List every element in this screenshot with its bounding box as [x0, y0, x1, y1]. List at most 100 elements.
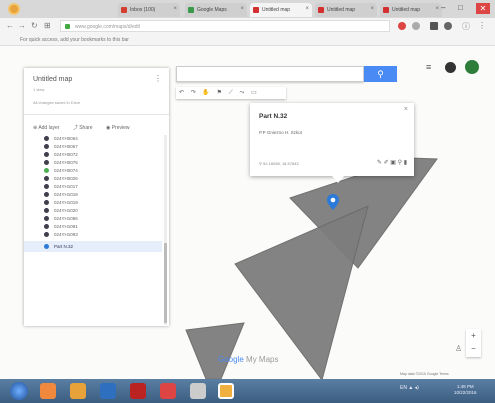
feature-info-popup: Part N.32 × P.P Gniezno H. Szkut ⚲ 52.16… [250, 103, 414, 183]
extension-icon[interactable] [398, 22, 406, 30]
browser-tab-strip: Inbox (100) × Google Maps × Untitled map × Unt… [0, 0, 495, 18]
back-icon[interactable]: ← [6, 21, 14, 30]
placemark-icon [44, 216, 49, 221]
save-status: All changes saved in Drive [33, 100, 81, 105]
ruler-icon[interactable]: ▭ [251, 90, 257, 96]
clock-date: 10/22/2016 [454, 390, 477, 395]
address-text: www.google.com/maps/d/edit [75, 24, 141, 30]
reload-icon[interactable]: ↻ [31, 21, 38, 30]
address-bar[interactable]: www.google.com/maps/d/edit [60, 20, 390, 32]
list-item-label: 024YH1091 [54, 224, 78, 229]
list-item-selected[interactable]: Part N.32 [24, 241, 162, 252]
search-input[interactable] [176, 66, 364, 82]
close-tab-icon[interactable]: × [370, 6, 374, 12]
undo-icon[interactable]: ↶ [179, 90, 184, 96]
search-button[interactable]: ⚲ [364, 66, 397, 82]
info-icon[interactable]: ⓘ [462, 21, 470, 32]
extension-icon[interactable] [412, 22, 420, 30]
google-my-maps-logo: Google My Maps [218, 355, 278, 364]
browser-tab[interactable]: Untitled map × [380, 3, 442, 17]
popup-pointer [332, 176, 344, 183]
list-item-label: 024YH0074 [54, 168, 78, 173]
maximize-button[interactable]: □ [458, 3, 463, 12]
apps-icon[interactable]: ⊞ [44, 21, 51, 30]
forward-icon[interactable]: → [18, 21, 26, 30]
style-icon[interactable]: ✎ [377, 160, 382, 166]
list-item[interactable]: 024YH1017 [24, 183, 162, 191]
list-item[interactable]: 024YH1091 [24, 223, 162, 231]
line-tool-icon[interactable]: ⟋ [229, 90, 233, 96]
my-maps-text: My Maps [246, 355, 279, 364]
compass-icon[interactable] [465, 60, 479, 74]
share-button[interactable]: ⤴ Share [73, 125, 99, 131]
scrollbar-thumb[interactable] [164, 243, 167, 323]
browser-tab[interactable]: Google Maps × [185, 3, 247, 17]
close-tab-icon[interactable]: × [240, 6, 244, 12]
zoom-out-button[interactable]: − [466, 342, 481, 355]
list-item-label: 024YH0075 [54, 160, 78, 165]
marker-tool-icon[interactable]: ⚑ [217, 90, 222, 96]
account-avatar[interactable] [445, 62, 456, 73]
media-icon[interactable] [70, 383, 86, 399]
browser-tab[interactable]: Inbox (100) × [118, 3, 180, 17]
search-icon: ⚲ [377, 69, 384, 79]
hand-icon[interactable]: ✋ [202, 90, 209, 96]
list-item[interactable]: 024YH1086 [24, 215, 162, 223]
redo-icon[interactable]: ↷ [191, 90, 196, 96]
apps-grid-icon[interactable]: ≡ [426, 62, 431, 72]
list-item[interactable]: 024YH0075 [24, 159, 162, 167]
app-icon[interactable] [190, 383, 206, 399]
close-icon[interactable]: × [404, 106, 408, 113]
close-tab-icon[interactable]: × [305, 6, 309, 12]
system-tray[interactable]: EN ▲ ◂) [400, 385, 419, 391]
close-tab-icon[interactable]: × [435, 6, 439, 12]
list-item[interactable]: 024YH0067 [24, 143, 162, 151]
close-tab-icon[interactable]: × [173, 6, 177, 12]
list-item[interactable]: 024YH0064 [24, 135, 162, 143]
placemark-icon [44, 184, 49, 189]
edit-icon[interactable]: ✐ [384, 160, 389, 166]
zoom-in-button[interactable]: + [466, 329, 481, 342]
tab-favicon-icon [318, 7, 324, 13]
list-item[interactable]: 024YH0074 [24, 167, 162, 175]
cast-icon[interactable] [430, 22, 438, 30]
clock[interactable]: 1:48 PM 10/22/2016 [454, 384, 477, 396]
menu-icon[interactable]: ⋮ [478, 21, 486, 30]
list-item[interactable]: 024YH1093 [24, 231, 162, 239]
lock-icon [65, 24, 70, 29]
popup-description: P.P Gniezno H. Szkut [259, 130, 302, 135]
list-item[interactable]: 024YH1019 [24, 199, 162, 207]
map-title[interactable]: Untitled map [33, 76, 72, 83]
pegman-icon[interactable]: ♙ [455, 344, 462, 353]
directions-icon[interactable]: ⤳ [240, 90, 245, 96]
browser-tab[interactable]: Untitled map × [315, 3, 377, 17]
location-marker-icon[interactable] [327, 194, 339, 210]
delete-icon[interactable]: ▮ [404, 160, 407, 166]
camera-icon[interactable]: ▣ [390, 160, 396, 166]
more-options-icon[interactable]: ⋮ [154, 74, 162, 83]
add-layer-button[interactable]: ⊕ Add layer [33, 125, 65, 131]
browser-tab[interactable]: Untitled map × [250, 3, 312, 17]
map-attribution: Map data ©2016 Google Terms [400, 372, 449, 376]
filter-icon[interactable]: ⚲ [398, 160, 402, 166]
list-item-label: 024YH0064 [54, 136, 78, 141]
acrobat-icon[interactable] [130, 383, 146, 399]
minimize-button[interactable]: – [441, 3, 445, 12]
panel-actions: ⊕ Add layer ⤴ Share ◉ Preview [33, 124, 142, 131]
preview-button[interactable]: ◉ Preview [106, 125, 136, 131]
layer-count: 1 view [33, 87, 45, 92]
list-item[interactable]: 024YH0026 [24, 175, 162, 183]
placemark-icon [44, 136, 49, 141]
folder-icon[interactable] [100, 383, 116, 399]
list-item[interactable]: 024YH1018 [24, 191, 162, 199]
profile-icon[interactable] [444, 22, 452, 30]
panel-scrollbar[interactable] [164, 135, 167, 325]
list-item[interactable]: 024YH0072 [24, 151, 162, 159]
close-window-button[interactable]: ✕ [476, 3, 490, 14]
start-button[interactable] [10, 382, 28, 400]
opera-icon[interactable] [160, 383, 176, 399]
chrome-taskbar-icon[interactable] [218, 383, 234, 399]
bookmarks-bar: For quick access, add your bookmarks to … [0, 34, 495, 46]
firefox-icon[interactable] [40, 383, 56, 399]
list-item[interactable]: 024YH1020 [24, 207, 162, 215]
